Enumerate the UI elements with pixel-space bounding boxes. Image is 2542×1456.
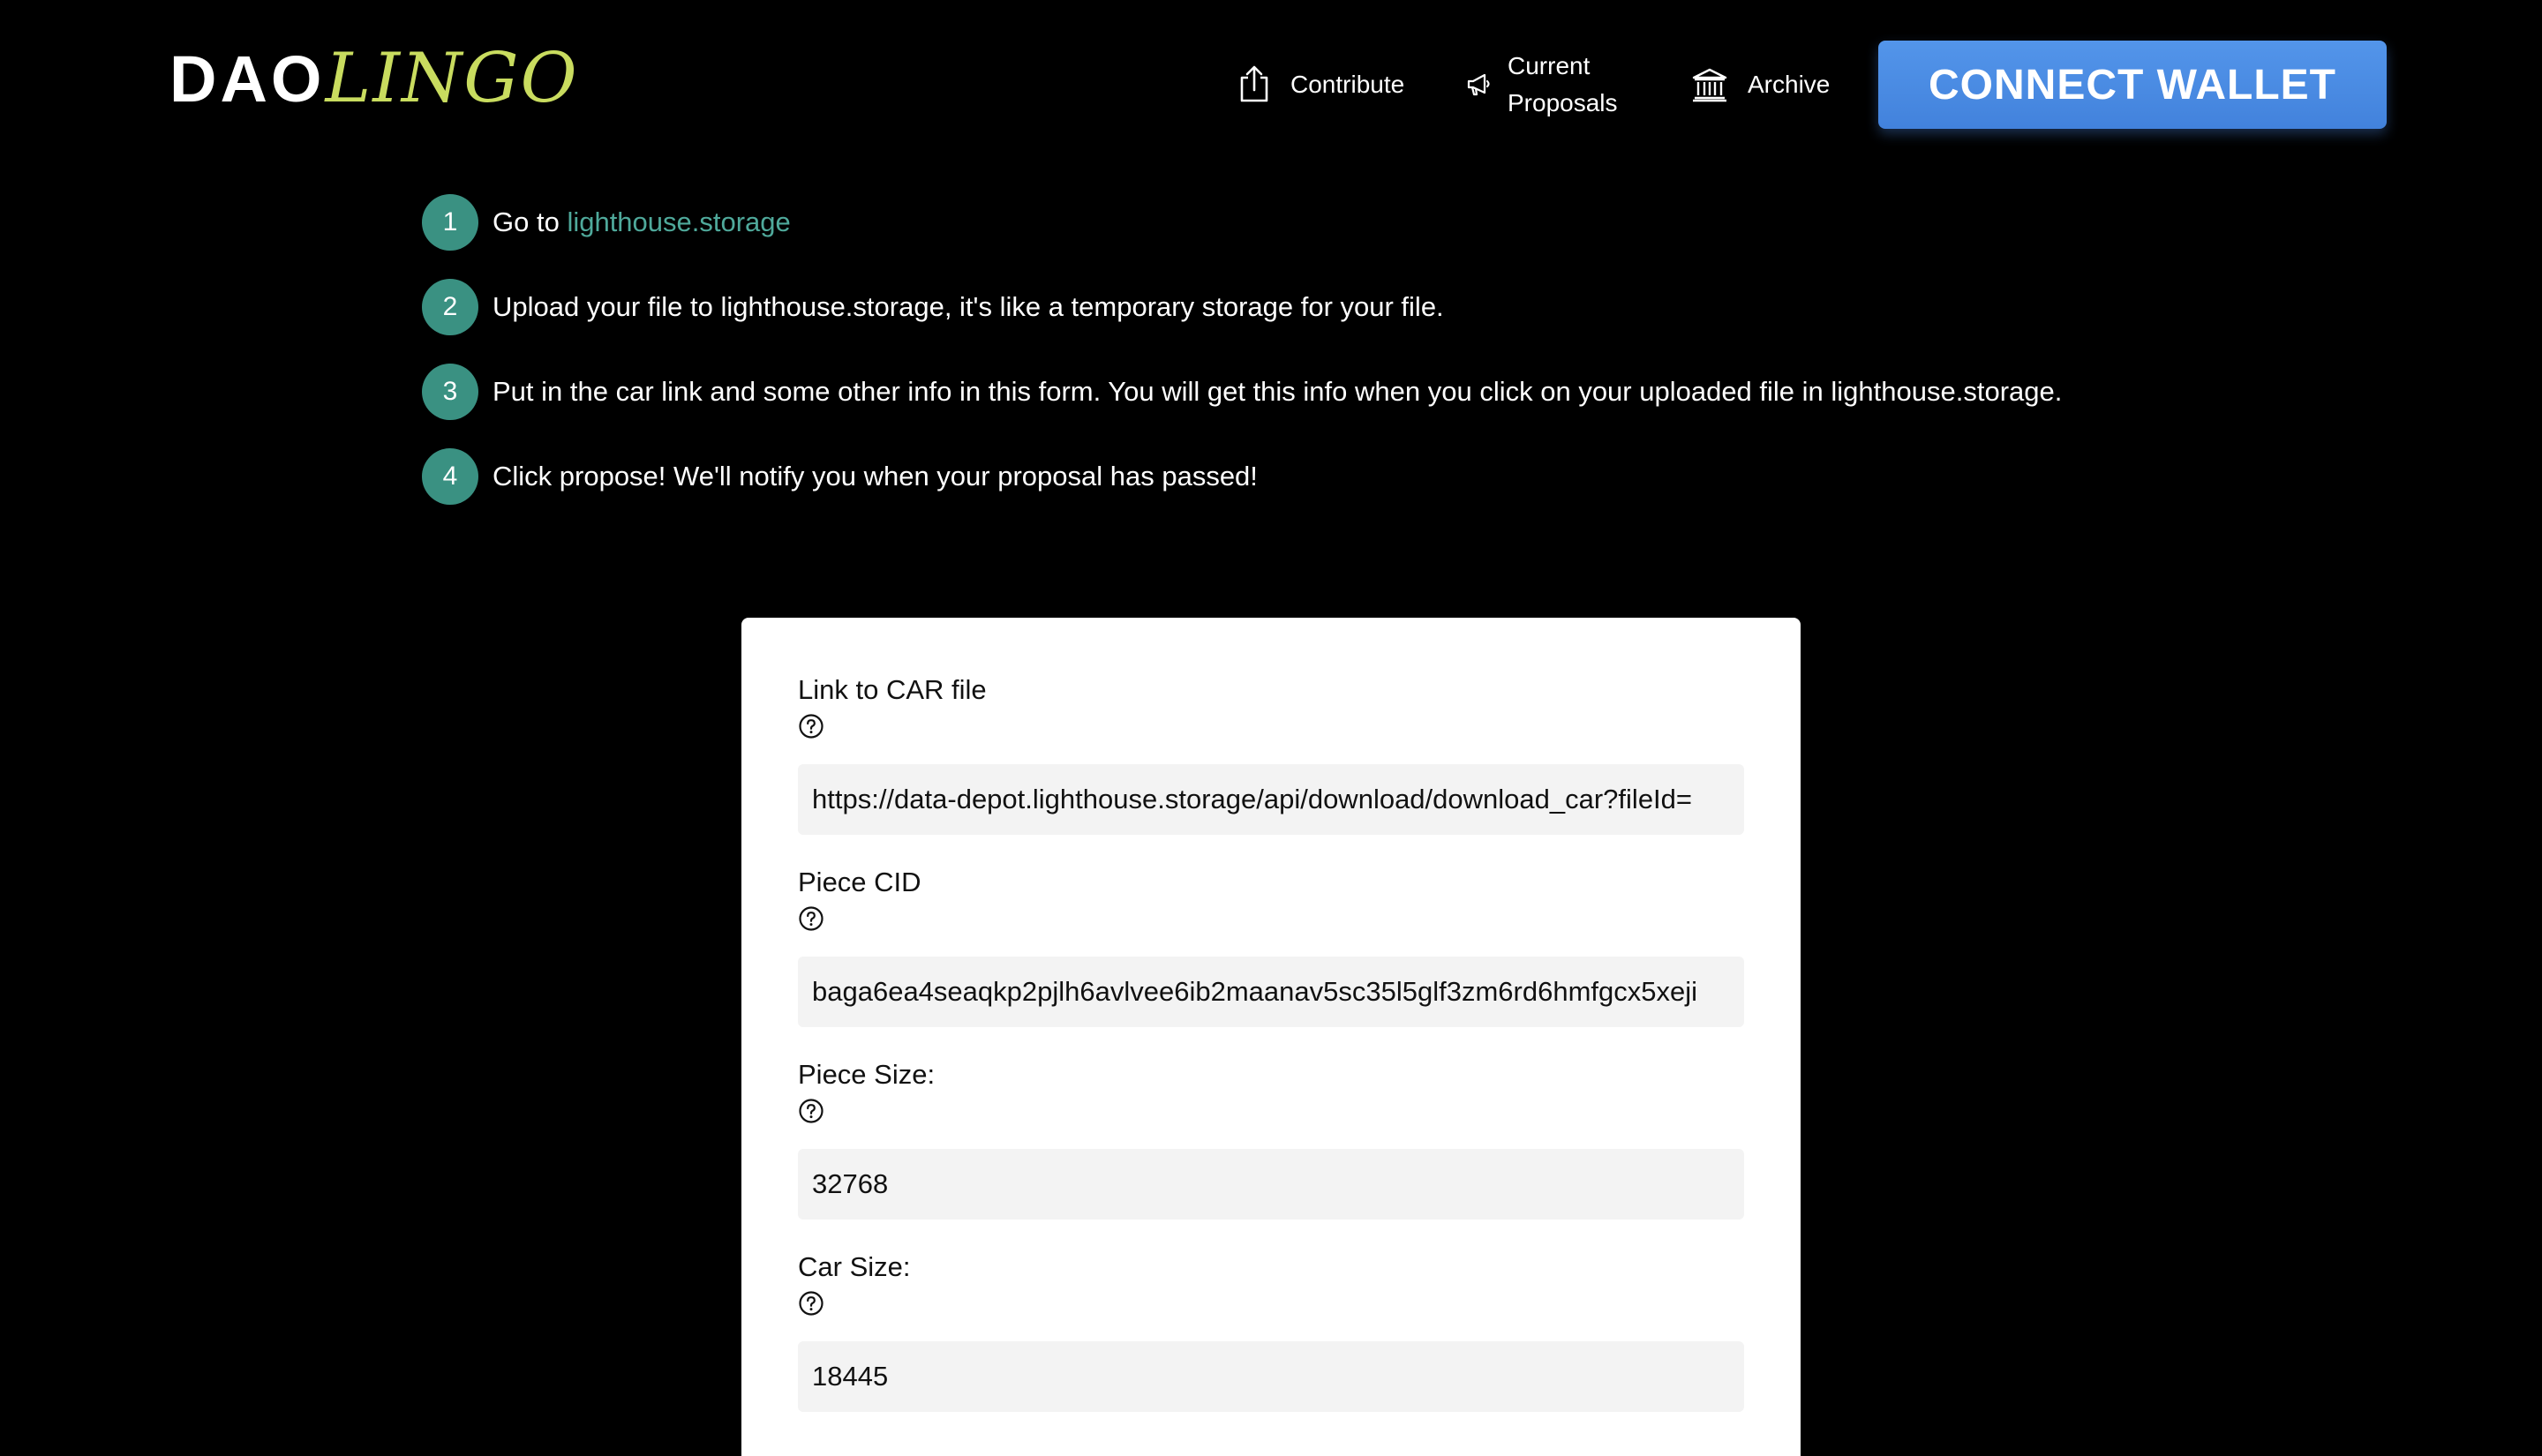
share-upload-icon bbox=[1237, 65, 1271, 104]
instruction-steps: 1 Go to lighthouse.storage 2 Upload your… bbox=[422, 194, 2062, 533]
step-item: 4 Click propose! We'll notify you when y… bbox=[422, 448, 2062, 505]
step-number-badge: 4 bbox=[422, 448, 478, 505]
piece-size-field: Piece Size: bbox=[798, 1057, 1744, 1220]
connect-wallet-button[interactable]: CONNECT WALLET bbox=[1878, 41, 2387, 129]
help-question-icon[interactable] bbox=[798, 1098, 824, 1124]
step-item: 2 Upload your file to lighthouse.storage… bbox=[422, 279, 2062, 335]
help-question-icon[interactable] bbox=[798, 713, 824, 739]
step-text: Upload your file to lighthouse.storage, … bbox=[493, 291, 1444, 322]
lighthouse-storage-link[interactable]: lighthouse.storage bbox=[567, 206, 790, 237]
help-question-icon[interactable] bbox=[798, 1290, 824, 1317]
megaphone-icon bbox=[1465, 71, 1492, 98]
car-link-label: Link to CAR file bbox=[798, 674, 987, 705]
step-item: 1 Go to lighthouse.storage bbox=[422, 194, 2062, 251]
nav-proposals-line1: Current bbox=[1508, 52, 1591, 79]
step-text: Click propose! We'll notify you when you… bbox=[493, 461, 1258, 492]
step-item: 3 Put in the car link and some other inf… bbox=[422, 364, 2062, 420]
proposal-form-card: Link to CAR file Piece CID bbox=[741, 618, 1801, 1456]
piece-cid-input[interactable] bbox=[798, 957, 1744, 1027]
nav-archive-label: Archive bbox=[1748, 71, 1831, 98]
car-link-field: Link to CAR file bbox=[798, 672, 1744, 835]
step-number-badge: 1 bbox=[422, 194, 478, 251]
logo[interactable]: DAO LINGO bbox=[169, 39, 579, 136]
nav-proposals-line2: Proposals bbox=[1508, 89, 1618, 116]
help-question-icon[interactable] bbox=[798, 905, 824, 932]
step-prefix: Go to bbox=[493, 206, 568, 237]
car-size-label: Car Size: bbox=[798, 1251, 911, 1282]
piece-cid-field: Piece CID bbox=[798, 865, 1744, 1027]
bank-building-icon bbox=[1691, 67, 1728, 102]
car-size-field: Car Size: bbox=[798, 1250, 1744, 1412]
piece-size-label: Piece Size: bbox=[798, 1059, 936, 1090]
piece-cid-label: Piece CID bbox=[798, 867, 921, 897]
step-text: Go to lighthouse.storage bbox=[493, 206, 791, 238]
logo-dao-text: DAO bbox=[169, 42, 326, 116]
nav-archive[interactable]: Archive bbox=[1691, 41, 1830, 129]
nav-current-proposals-label: Current Proposals bbox=[1508, 48, 1618, 122]
page: DAO LINGO Contribute Current Proposals A… bbox=[0, 0, 2542, 1456]
step-text: Put in the car link and some other info … bbox=[493, 376, 2063, 407]
nav-current-proposals[interactable]: Current Proposals bbox=[1465, 41, 1618, 129]
nav-contribute-label: Contribute bbox=[1290, 71, 1405, 98]
step-number-badge: 2 bbox=[422, 279, 478, 335]
car-size-input[interactable] bbox=[798, 1341, 1744, 1412]
step-number-badge: 3 bbox=[422, 364, 478, 420]
nav-contribute[interactable]: Contribute bbox=[1237, 41, 1404, 129]
piece-size-input[interactable] bbox=[798, 1149, 1744, 1220]
logo-lingo-text: LINGO bbox=[325, 39, 579, 118]
car-link-input[interactable] bbox=[798, 764, 1744, 835]
